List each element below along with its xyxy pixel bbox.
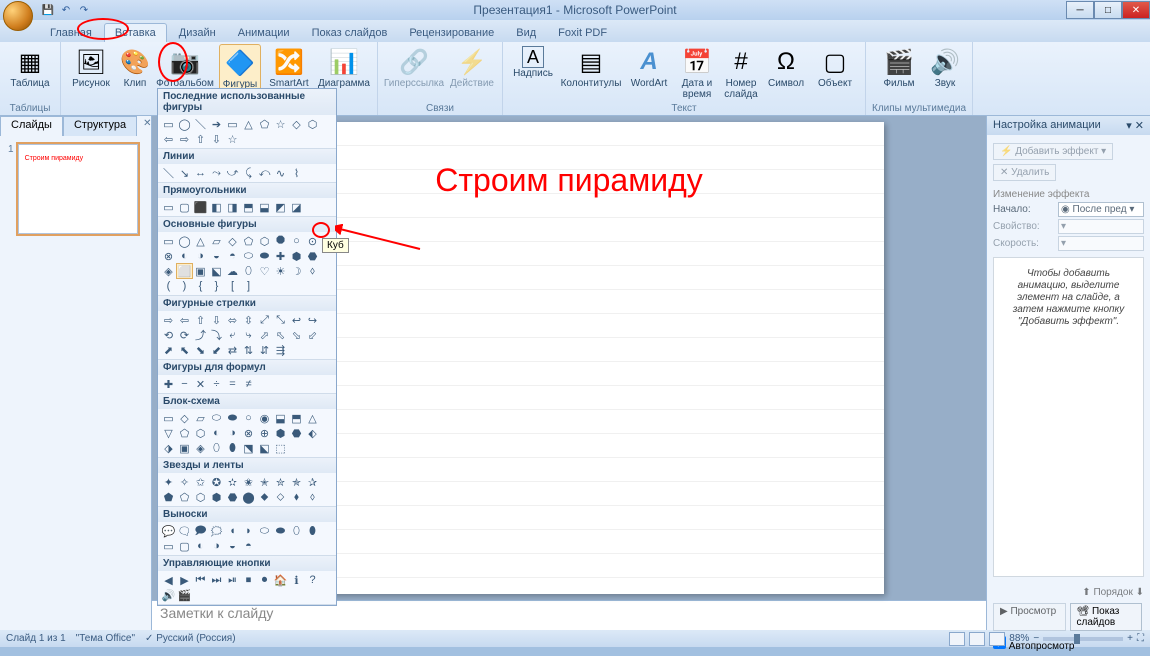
speed-label: Скорость:: [993, 238, 1039, 249]
qat-redo-icon[interactable]: ↷: [76, 2, 92, 18]
action-button[interactable]: ⚡Действие: [448, 44, 496, 102]
zoom-in-button[interactable]: +: [1127, 633, 1133, 644]
tab-foxit[interactable]: Foxit PDF: [548, 24, 617, 42]
tab-insert[interactable]: Вставка: [104, 23, 167, 42]
minimize-button[interactable]: ─: [1066, 1, 1094, 19]
slide-number: 1: [8, 144, 14, 234]
outline-tab[interactable]: Структура: [63, 116, 137, 136]
slideshow-view-button[interactable]: [989, 632, 1005, 646]
flowchart-header: Блок-схема: [158, 394, 336, 409]
qat-undo-icon[interactable]: ↶: [58, 2, 74, 18]
fit-button[interactable]: ⛶: [1137, 633, 1144, 644]
cube-shape[interactable]: ⬜: [177, 264, 192, 278]
slide-canvas[interactable]: Строим пирамиду: [254, 122, 884, 594]
status-slide: Слайд 1 из 1: [6, 633, 66, 644]
speed-select[interactable]: ▾: [1058, 236, 1144, 251]
zoom-out-button[interactable]: −: [1033, 633, 1039, 644]
slide-thumbnail[interactable]: Строим пирамиду: [18, 144, 138, 234]
stars-header: Звезды и ленты: [158, 458, 336, 473]
wordart-button[interactable]: AWordArt: [625, 44, 673, 102]
preview-button[interactable]: ▶ Просмотр: [993, 603, 1066, 631]
tab-design[interactable]: Дизайн: [169, 24, 226, 42]
sound-button[interactable]: 🔊Звук: [927, 44, 963, 102]
anim-hint: Чтобы добавить анимацию, выделите элемен…: [993, 257, 1144, 577]
lines-header: Линии: [158, 149, 336, 164]
window-title: Презентация1 - Microsoft PowerPoint: [473, 3, 676, 17]
group-media: Клипы мультимедиа: [872, 102, 966, 115]
clipart-button[interactable]: 🎨Клип: [119, 44, 151, 102]
office-button[interactable]: [3, 1, 33, 31]
remove-effect-button[interactable]: ✕ Удалить: [993, 164, 1056, 181]
change-effect-label: Изменение эффекта: [993, 189, 1144, 200]
headerfooter-button[interactable]: ▤Колонтитулы: [561, 44, 621, 102]
rects-header: Прямоугольники: [158, 183, 336, 198]
zoom-value: 88%: [1009, 633, 1029, 644]
start-label: Начало:: [993, 204, 1031, 215]
anim-title: Настройка анимации: [993, 119, 1101, 132]
normal-view-button[interactable]: [949, 632, 965, 646]
add-effect-button[interactable]: ⚡ Добавить эффект ▾: [993, 143, 1113, 160]
table-button[interactable]: ▦Таблица: [6, 44, 54, 102]
tab-home[interactable]: Главная: [40, 24, 102, 42]
slide-title: Строим пирамиду: [254, 162, 884, 199]
picture-button[interactable]: 🖼Рисунок: [67, 44, 115, 102]
equation-header: Фигуры для формул: [158, 360, 336, 375]
hyperlink-button[interactable]: 🔗Гиперссылка: [384, 44, 444, 102]
anim-close-icon[interactable]: ▾ ✕: [1126, 119, 1144, 132]
status-lang: ✓ Русский (Россия): [145, 633, 236, 644]
slideshow-button[interactable]: 📽 Показ слайдов: [1070, 603, 1143, 631]
textbox-button[interactable]: AНадпись: [509, 44, 557, 102]
thumb-title: Строим пирамиду: [25, 155, 131, 162]
movie-button[interactable]: 🎬Фильм: [875, 44, 923, 102]
property-select[interactable]: ▾: [1058, 219, 1144, 234]
tab-animations[interactable]: Анимации: [228, 24, 300, 42]
tab-view[interactable]: Вид: [506, 24, 546, 42]
zoom-slider[interactable]: [1043, 637, 1123, 641]
action-buttons-header: Управляющие кнопки: [158, 556, 336, 571]
slides-tab[interactable]: Слайды: [0, 116, 63, 136]
object-button[interactable]: ▢Объект: [811, 44, 859, 102]
cube-tooltip: Куб: [322, 238, 349, 253]
group-tables: Таблицы: [10, 102, 51, 115]
qat-save-icon[interactable]: 💾: [40, 2, 56, 18]
callouts-header: Выноски: [158, 507, 336, 522]
tab-review[interactable]: Рецензирование: [399, 24, 504, 42]
close-button[interactable]: ✕: [1122, 1, 1150, 19]
basic-header: Основные фигуры: [158, 217, 336, 232]
symbol-button[interactable]: ΩСимвол: [765, 44, 807, 102]
property-label: Свойство:: [993, 221, 1040, 232]
recent-shapes-header: Последние использованные фигуры: [158, 89, 336, 115]
status-theme: "Тема Office": [76, 633, 135, 644]
shapes-dropdown[interactable]: Последние использованные фигуры ▭◯＼➔▭△⬠☆…: [157, 88, 337, 606]
group-links: Связи: [426, 102, 454, 115]
sorter-view-button[interactable]: [969, 632, 985, 646]
slidenumber-button[interactable]: #Номер слайда: [721, 44, 761, 102]
tab-slideshow[interactable]: Показ слайдов: [302, 24, 398, 42]
maximize-button[interactable]: □: [1094, 1, 1122, 19]
start-select[interactable]: ◉ После пред ▾: [1058, 202, 1144, 217]
arrows-header: Фигурные стрелки: [158, 296, 336, 311]
group-text: Текст: [671, 102, 696, 115]
datetime-button[interactable]: 📅Дата и время: [677, 44, 717, 102]
